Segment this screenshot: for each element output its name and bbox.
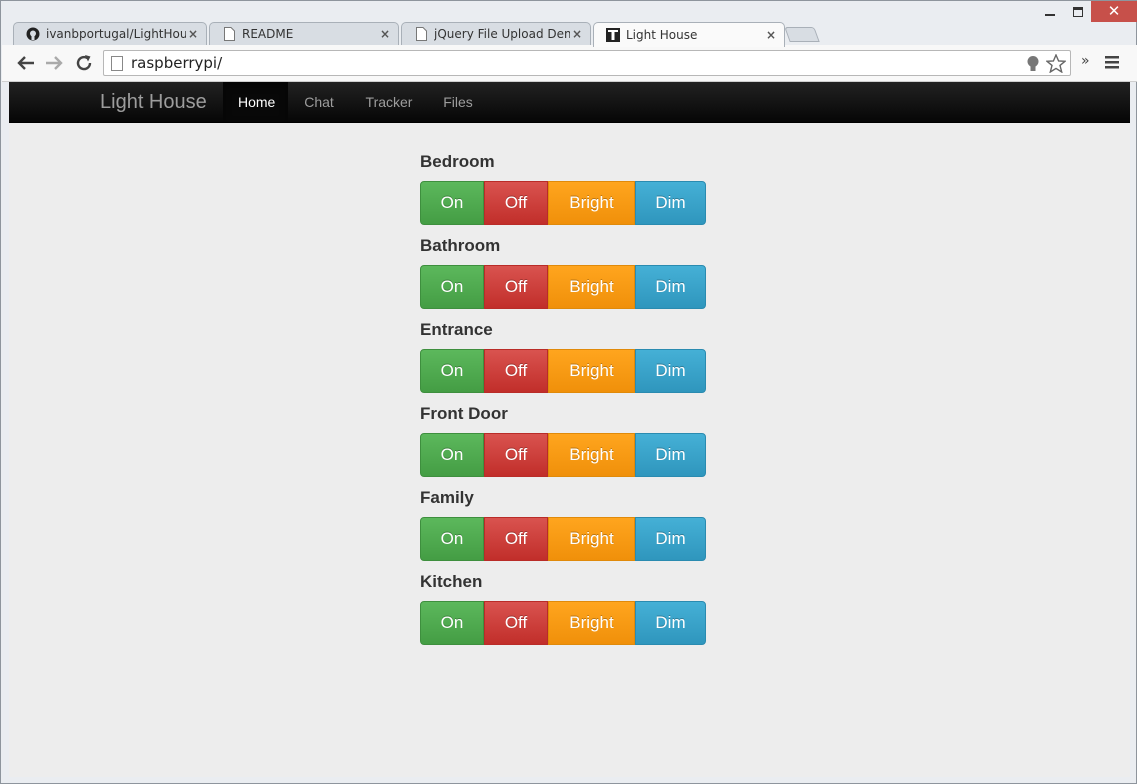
reload-button[interactable]: [74, 53, 94, 73]
dim-button[interactable]: Dim: [635, 181, 706, 225]
extensions-overflow-icon[interactable]: »: [1081, 53, 1090, 69]
room-title: Front Door: [420, 404, 508, 423]
address-bar[interactable]: raspberrypi/: [103, 50, 1071, 76]
browser-window: ✕ ivanbportugal/LightHouse × README × jQ…: [0, 0, 1137, 784]
nav-home[interactable]: Home: [223, 82, 288, 122]
room-entrance: Entrance On Off Bright Dim: [420, 318, 706, 393]
off-button[interactable]: Off: [484, 181, 548, 225]
on-button[interactable]: On: [420, 601, 484, 645]
off-button[interactable]: Off: [484, 517, 548, 561]
off-button[interactable]: Off: [484, 433, 548, 477]
on-button[interactable]: On: [420, 265, 484, 309]
nav-chat[interactable]: Chat: [289, 82, 349, 122]
bright-button[interactable]: Bright: [548, 181, 635, 225]
room-kitchen: Kitchen On Off Bright Dim: [420, 570, 706, 645]
on-button[interactable]: On: [420, 433, 484, 477]
page-viewport: Light House Home Chat Tracker Files Bedr…: [9, 82, 1130, 777]
nav-files[interactable]: Files: [428, 82, 488, 122]
room-title: Entrance: [420, 320, 493, 339]
back-arrow-icon: [17, 56, 34, 70]
tab-title: jQuery File Upload Demo: [434, 27, 570, 41]
tab-close-icon[interactable]: ×: [570, 27, 584, 41]
dim-button[interactable]: Dim: [635, 265, 706, 309]
room-title: Bedroom: [420, 152, 495, 171]
bright-button[interactable]: Bright: [548, 265, 635, 309]
tab-close-icon[interactable]: ×: [186, 27, 200, 41]
room-title: Bathroom: [420, 236, 501, 255]
tab-close-icon[interactable]: ×: [764, 28, 778, 42]
browser-tab-readme[interactable]: README ×: [209, 22, 399, 45]
minimize-icon: [1044, 13, 1055, 16]
room-family: Family On Off Bright Dim: [420, 486, 706, 561]
forward-arrow-icon: [46, 56, 63, 70]
tab-title: README: [242, 27, 294, 41]
light-controls: On Off Bright Dim: [420, 517, 706, 561]
reload-icon: [76, 55, 92, 71]
light-controls: On Off Bright Dim: [420, 181, 706, 225]
bright-button[interactable]: Bright: [548, 517, 635, 561]
off-button[interactable]: Off: [484, 265, 548, 309]
off-button[interactable]: Off: [484, 349, 548, 393]
document-icon: [414, 27, 428, 41]
menu-button[interactable]: [1105, 55, 1119, 73]
maximize-icon: [1072, 6, 1083, 17]
dim-button[interactable]: Dim: [635, 349, 706, 393]
off-button[interactable]: Off: [484, 601, 548, 645]
forward-button[interactable]: [44, 53, 64, 73]
maximize-button[interactable]: [1064, 1, 1091, 22]
hamburger-menu-icon: [1105, 56, 1119, 69]
light-controls: On Off Bright Dim: [420, 265, 706, 309]
light-controls: On Off Bright Dim: [420, 433, 706, 477]
close-icon: ✕: [1107, 2, 1121, 20]
browser-tab-github[interactable]: ivanbportugal/LightHouse ×: [13, 22, 207, 45]
lighthouse-icon: [606, 28, 620, 42]
document-icon: [222, 27, 236, 41]
browser-tab-lighthouse[interactable]: Light House ×: [593, 22, 785, 47]
room-front-door: Front Door On Off Bright Dim: [420, 402, 706, 477]
site-brand[interactable]: Light House: [100, 82, 207, 122]
light-controls: On Off Bright Dim: [420, 349, 706, 393]
room-title: Family: [420, 488, 474, 507]
back-button[interactable]: [16, 53, 36, 73]
star-icon[interactable]: [1046, 54, 1066, 73]
new-tab-button[interactable]: [784, 27, 820, 42]
dim-button[interactable]: Dim: [635, 517, 706, 561]
bright-button[interactable]: Bright: [548, 601, 635, 645]
on-button[interactable]: On: [420, 517, 484, 561]
room-bedroom: Bedroom On Off Bright Dim: [420, 150, 706, 225]
room-title: Kitchen: [420, 572, 483, 591]
on-button[interactable]: On: [420, 181, 484, 225]
nav-tracker[interactable]: Tracker: [349, 82, 429, 122]
tab-title: ivanbportugal/LightHouse: [46, 27, 186, 41]
room-bathroom: Bathroom On Off Bright Dim: [420, 234, 706, 309]
browser-tab-jquery[interactable]: jQuery File Upload Demo ×: [401, 22, 591, 45]
github-icon: [26, 27, 40, 41]
dim-button[interactable]: Dim: [635, 601, 706, 645]
site-navbar: Light House Home Chat Tracker Files: [9, 82, 1130, 123]
browser-toolbar: raspberrypi/ »: [2, 45, 1137, 82]
bright-button[interactable]: Bright: [548, 433, 635, 477]
on-button[interactable]: On: [420, 349, 484, 393]
window-close-button[interactable]: ✕: [1091, 1, 1137, 22]
bright-button[interactable]: Bright: [548, 349, 635, 393]
tab-close-icon[interactable]: ×: [378, 27, 392, 41]
tab-title: Light House: [626, 28, 698, 42]
url-text[interactable]: raspberrypi/: [131, 54, 222, 72]
dim-button[interactable]: Dim: [635, 433, 706, 477]
lightbulb-icon[interactable]: [1026, 55, 1040, 73]
page-icon: [111, 55, 123, 71]
light-controls: On Off Bright Dim: [420, 601, 706, 645]
minimize-button[interactable]: [1035, 1, 1064, 22]
